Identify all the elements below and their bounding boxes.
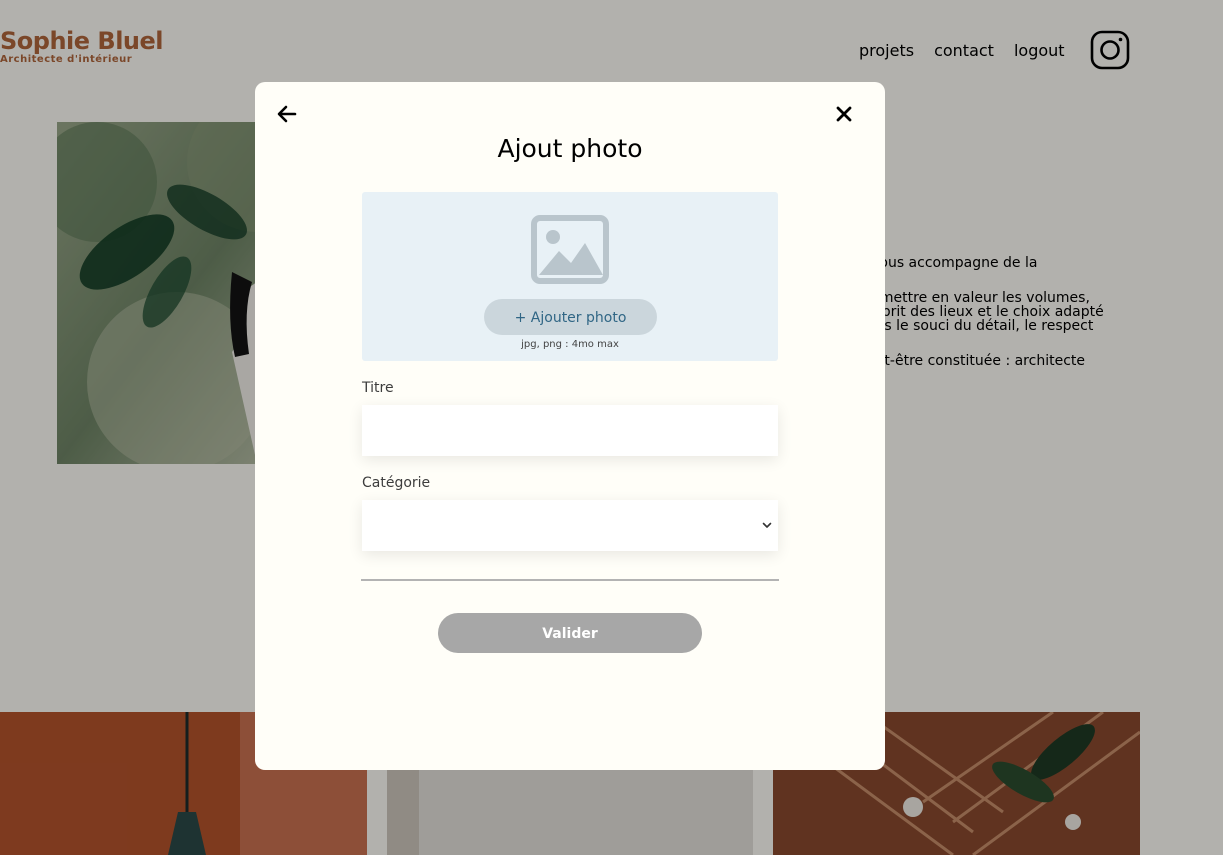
form-divider [361,579,779,581]
photo-upload-zone[interactable]: + Ajouter photo jpg, png : 4mo max [362,192,778,361]
category-label: Catégorie [362,475,431,491]
add-photo-button[interactable]: + Ajouter photo [484,299,657,335]
chevron-down-icon [762,522,772,528]
category-select[interactable] [362,500,778,551]
arrow-left-icon[interactable] [277,104,297,124]
add-photo-modal: Ajout photo + Ajouter photo jpg, png : 4… [255,82,885,770]
upload-format-hint: jpg, png : 4mo max [521,339,619,350]
submit-button[interactable]: Valider [438,613,702,653]
image-placeholder-icon [531,215,609,284]
title-label: Titre [362,380,394,396]
modal-title: Ajout photo [497,134,643,163]
close-icon[interactable] [835,105,853,123]
title-input[interactable] [362,405,778,456]
